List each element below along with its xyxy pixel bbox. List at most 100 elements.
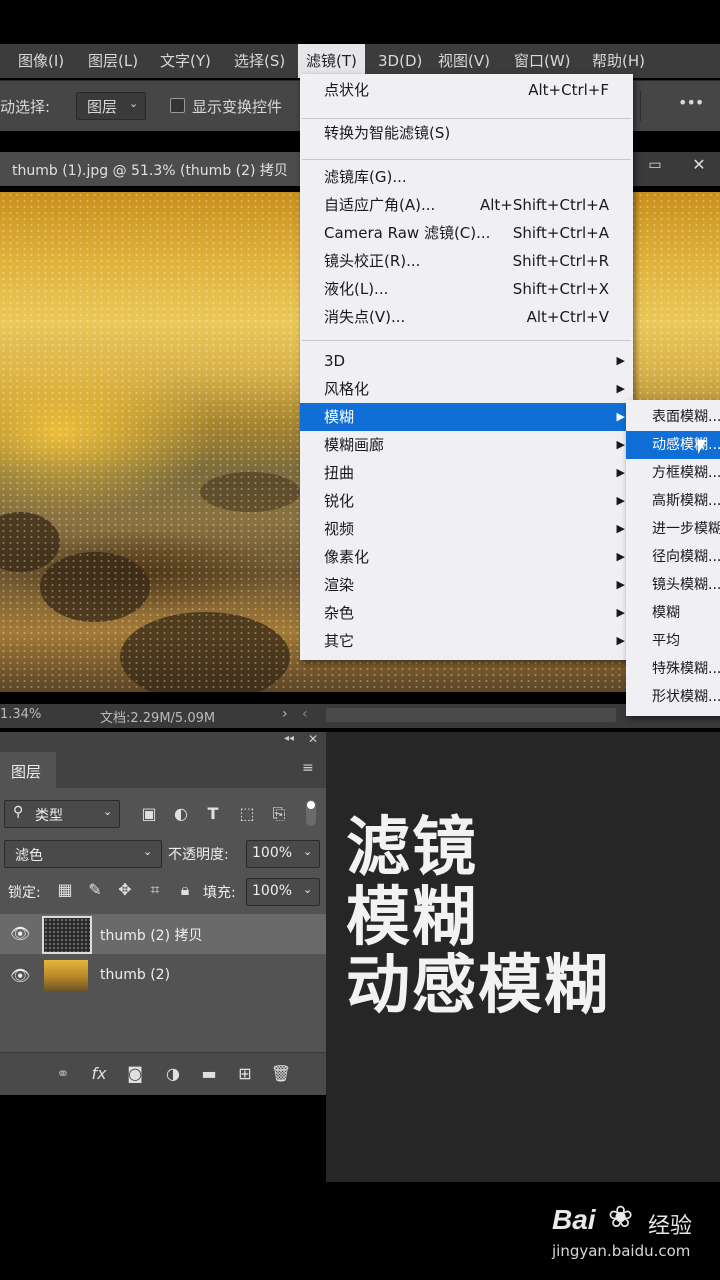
menu-item-pixelate[interactable]: 像素化 ▶ — [300, 543, 633, 571]
menu-item-pointillize[interactable]: 点状化 Alt+Ctrl+F — [300, 76, 633, 104]
submenu-item-shape-blur[interactable]: 形状模糊... — [626, 683, 720, 711]
shape-filter-icon[interactable]: ⬚ — [236, 804, 258, 824]
watermark-brand: Bai — [552, 1204, 596, 1235]
panel-menu-icon[interactable]: ≡ — [302, 760, 314, 776]
submenu-item-box-blur[interactable]: 方框模糊... — [626, 459, 720, 487]
zoom-level[interactable]: 1.34% — [0, 707, 41, 722]
menu-item-blur[interactable]: 模糊 ▶ — [300, 403, 633, 431]
submenu-item-average[interactable]: 平均 — [626, 627, 720, 655]
layer-name[interactable]: thumb (2) 拷贝 — [100, 925, 203, 945]
layer-name[interactable]: thumb (2) — [100, 967, 170, 983]
filter-toggle[interactable] — [306, 800, 316, 826]
lock-transparent-icon[interactable]: ▦ — [54, 880, 76, 900]
submenu-item-blur-more[interactable]: 进一步模糊 — [626, 515, 720, 543]
panel-tab-row: 图层 ≡ — [0, 750, 326, 788]
lock-all-icon[interactable]: 🔒︎ — [174, 880, 196, 900]
pixel-filter-icon[interactable]: ▣ — [138, 804, 160, 824]
adjustment-icon[interactable]: ◑ — [162, 1064, 184, 1084]
document-tab[interactable]: thumb (1).jpg @ 51.3% (thumb (2) 拷贝 — [0, 152, 300, 186]
menu-item-video[interactable]: 视频 ▶ — [300, 515, 633, 543]
submenu-arrow-icon: ▶ — [616, 466, 625, 479]
menu-item-smart-filter[interactable]: 转换为智能滤镜(S) — [300, 119, 633, 147]
menu-item-filter-gallery[interactable]: 滤镜库(G)... — [300, 163, 633, 191]
submenu-item-radial-blur[interactable]: 径向模糊... — [626, 543, 720, 571]
more-options-icon[interactable]: ••• — [678, 93, 704, 112]
menu-item-other[interactable]: 其它 ▶ — [300, 627, 633, 655]
opacity-input[interactable]: 100% ⌄ — [246, 840, 320, 868]
menu-filter[interactable]: 滤镜(T) — [298, 44, 365, 78]
fill-input[interactable]: 100% ⌄ — [246, 878, 320, 906]
menu-layer[interactable]: 图层(L) — [88, 44, 138, 78]
lock-position-icon[interactable]: ✥ — [114, 880, 136, 900]
menu-type[interactable]: 文字(Y) — [160, 44, 211, 78]
submenu-arrow-icon: ▶ — [616, 438, 625, 451]
menu-item-adaptive-wide-angle[interactable]: 自适应广角(A)... Alt+Shift+Ctrl+A — [300, 191, 633, 219]
chevron-right-icon[interactable]: › — [282, 706, 288, 722]
menu-item-blur-gallery[interactable]: 模糊画廊 ▶ — [300, 431, 633, 459]
paw-icon: ❀ — [608, 1200, 634, 1235]
menu-item-noise[interactable]: 杂色 ▶ — [300, 599, 633, 627]
menu-image[interactable]: 图像(I) — [18, 44, 64, 78]
layer-row[interactable]: 👁︎ thumb (2) — [0, 956, 326, 996]
layer-filter-select[interactable]: ⚲ 类型 ⌄ — [4, 800, 120, 828]
menu-item-vanishing-point[interactable]: 消失点(V)... Alt+Ctrl+V — [300, 303, 633, 331]
menu-window[interactable]: 窗口(W) — [514, 44, 571, 78]
show-transform-label: 显示变换控件 — [192, 98, 283, 116]
menu-item-lens-correction[interactable]: 镜头校正(R)... Shift+Ctrl+R — [300, 247, 633, 275]
new-layer-icon[interactable]: ⊞ — [234, 1064, 256, 1084]
tab-layers[interactable]: 图层 — [0, 752, 56, 788]
submenu-item-surface-blur[interactable]: 表面模糊... — [626, 403, 720, 431]
menu-bar: 图像(I) 图层(L) 文字(Y) 选择(S) 滤镜(T) 3D(D) 视图(V… — [0, 44, 720, 78]
document-title: thumb (1).jpg @ 51.3% (thumb (2) 拷贝 — [12, 163, 288, 179]
horizontal-scrollbar[interactable] — [326, 708, 616, 722]
chevron-left-icon[interactable]: ‹ — [302, 706, 308, 722]
blend-mode-select[interactable]: 滤色 ⌄ — [4, 840, 162, 868]
adjustment-filter-icon[interactable]: ◐ — [170, 804, 192, 824]
submenu-arrow-icon: ▶ — [616, 410, 625, 423]
link-icon[interactable]: ⚭ — [52, 1064, 74, 1084]
menu-item-stylize[interactable]: 风格化 ▶ — [300, 375, 633, 403]
menu-3d[interactable]: 3D(D) — [378, 44, 422, 78]
chevron-down-icon: ⌄ — [303, 845, 313, 858]
eye-icon[interactable]: 👁︎ — [10, 966, 30, 985]
chevron-down-icon: ⌄ — [143, 845, 153, 858]
fx-icon[interactable]: fx — [88, 1064, 110, 1084]
menu-item-sharpen[interactable]: 锐化 ▶ — [300, 487, 633, 515]
menu-view[interactable]: 视图(V) — [438, 44, 490, 78]
type-filter-icon[interactable]: T — [202, 804, 224, 824]
watermark-brand-suffix: 经验 — [648, 1214, 693, 1239]
submenu-item-blur[interactable]: 模糊 — [626, 599, 720, 627]
layer-select[interactable]: 图层 ⌄ — [76, 92, 146, 120]
smart-object-filter-icon[interactable]: ⎘ — [268, 804, 290, 824]
tab-layers-label: 图层 — [11, 763, 42, 781]
close-panel-icon[interactable]: ✕ — [308, 732, 318, 746]
lock-brush-icon[interactable]: ✎ — [84, 880, 106, 900]
menu-item-camera-raw[interactable]: Camera Raw 滤镜(C)... Shift+Ctrl+A — [300, 219, 633, 247]
lock-artboard-icon[interactable]: ⌗ — [144, 880, 166, 900]
menu-item-3d[interactable]: 3D ▶ — [300, 347, 633, 375]
menu-select[interactable]: 选择(S) — [234, 44, 285, 78]
menu-divider — [302, 340, 631, 341]
submenu-item-gaussian-blur[interactable]: 高斯模糊... — [626, 487, 720, 515]
collapse-icon[interactable]: ◂◂ — [284, 733, 294, 744]
restore-window-icon[interactable]: ▭ — [640, 152, 670, 178]
menu-help[interactable]: 帮助(H) — [592, 44, 645, 78]
submenu-arrow-icon: ▶ — [616, 494, 625, 507]
menu-item-render[interactable]: 渲染 ▶ — [300, 571, 633, 599]
menu-item-distort[interactable]: 扭曲 ▶ — [300, 459, 633, 487]
show-transform-checkbox[interactable] — [170, 98, 185, 113]
mask-icon[interactable]: ◙ — [124, 1064, 146, 1084]
folder-icon[interactable]: ▬ — [198, 1064, 220, 1084]
baidu-jingyan-watermark: Bai ❀ 经验 jingyan.baidu.com — [552, 1198, 712, 1270]
trash-icon[interactable]: 🗑︎ — [270, 1064, 292, 1084]
submenu-item-lens-blur[interactable]: 镜头模糊... — [626, 571, 720, 599]
menu-item-liquify[interactable]: 液化(L)... Shift+Ctrl+X — [300, 275, 633, 303]
divider — [640, 91, 641, 121]
eye-icon[interactable]: 👁︎ — [10, 924, 30, 943]
layer-row[interactable]: 👁︎ thumb (2) 拷贝 — [0, 914, 326, 954]
close-window-icon[interactable]: ✕ — [684, 152, 714, 178]
overlay-text-line3: 动感模糊 — [346, 949, 610, 1023]
submenu-arrow-icon: ▶ — [616, 634, 625, 647]
submenu-item-smart-blur[interactable]: 特殊模糊... — [626, 655, 720, 683]
fill-label: 填充: — [203, 885, 236, 901]
